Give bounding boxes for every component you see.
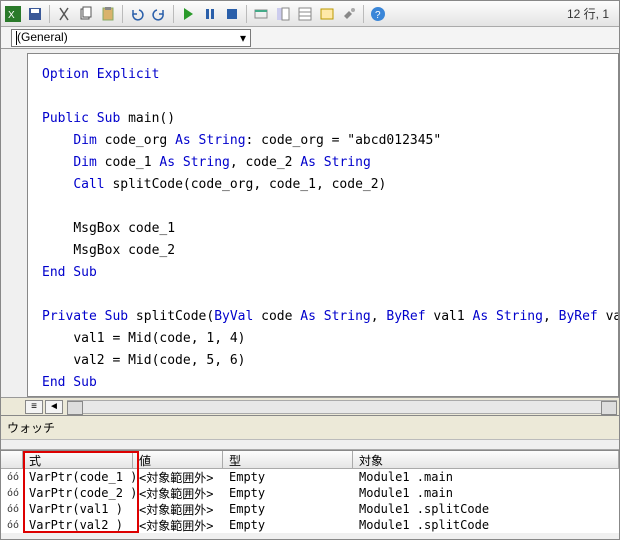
watch-header: 式 値 型 対象 [1,451,619,469]
watch-expr: VarPtr(code_1 ) [23,470,133,484]
design-mode-icon[interactable] [253,6,269,22]
toolbox-icon[interactable] [341,6,357,22]
full-module-view-button[interactable]: ◄ [45,400,63,414]
separator [173,5,174,23]
watch-header-expr[interactable]: 式 [23,451,133,469]
watch-value: <対象範囲外> [133,469,223,486]
cursor-position-text: 12 行, 1 [567,5,609,22]
code-pane-footer: ≡ ◄ [1,397,619,415]
paste-icon[interactable] [100,6,116,22]
excel-icon[interactable]: X [5,6,21,22]
glasses-icon: óó [1,520,23,531]
horizontal-scrollbar[interactable] [67,400,617,414]
watch-expr: VarPtr(val1 ) [23,502,133,516]
watch-context: Module1 .main [353,486,619,500]
watch-row[interactable]: óó VarPtr(code_2 ) <対象範囲外> Empty Module1… [1,485,619,501]
object-dropdown[interactable]: (General) ▾ [11,29,251,47]
cut-icon[interactable] [56,6,72,22]
separator [363,5,364,23]
watch-spacer [1,440,619,450]
watch-title: ウォッチ [1,416,619,440]
watch-context: Module1 .splitCode [353,502,619,516]
properties-icon[interactable] [297,6,313,22]
watch-header-value[interactable]: 値 [133,451,223,469]
svg-text:X: X [8,10,15,21]
pause-icon[interactable] [202,6,218,22]
watch-value: <対象範囲外> [133,517,223,534]
watch-row[interactable]: óó VarPtr(code_1 ) <対象範囲外> Empty Module1… [1,469,619,485]
stop-icon[interactable] [224,6,240,22]
watch-table: 式 値 型 対象 óó VarPtr(code_1 ) <対象範囲外> Empt… [1,450,619,533]
glasses-icon: óó [1,488,23,499]
procedure-view-button[interactable]: ≡ [25,400,43,414]
watch-context: Module1 .splitCode [353,518,619,532]
project-explorer-icon[interactable] [275,6,291,22]
watch-type: Empty [223,502,353,516]
watch-context: Module1 .main [353,470,619,484]
redo-icon[interactable] [151,6,167,22]
object-dropdown-value: (General) [17,30,68,44]
code-editor[interactable]: Option Explicit Public Sub main() Dim co… [28,54,618,397]
watch-type: Empty [223,486,353,500]
watch-value: <対象範囲外> [133,485,223,502]
watch-value: <対象範囲外> [133,501,223,518]
watch-type: Empty [223,518,353,532]
watch-pane: ウォッチ 式 値 型 対象 óó VarPtr(code_1 ) <対象範囲外>… [1,415,619,533]
cursor-position: 12 行, 1 [567,5,615,22]
watch-header-icon [1,451,23,469]
save-icon[interactable] [27,6,43,22]
glasses-icon: óó [1,472,23,483]
watch-rows: óó VarPtr(code_1 ) <対象範囲外> Empty Module1… [1,469,619,533]
object-browser-icon[interactable] [319,6,335,22]
separator [246,5,247,23]
watch-header-type[interactable]: 型 [223,451,353,469]
watch-row[interactable]: óó VarPtr(val1 ) <対象範囲外> Empty Module1 .… [1,501,619,517]
chevron-down-icon: ▾ [240,31,246,45]
help-icon[interactable]: ? [370,6,386,22]
object-dropdown-bar: (General) ▾ [1,27,619,49]
copy-icon[interactable] [78,6,94,22]
run-icon[interactable] [180,6,196,22]
watch-row[interactable]: óó VarPtr(val2 ) <対象範囲外> Empty Module1 .… [1,517,619,533]
separator [49,5,50,23]
watch-header-context[interactable]: 対象 [353,451,619,469]
watch-expr: VarPtr(val2 ) [23,518,133,532]
watch-expr: VarPtr(code_2 ) [23,486,133,500]
glasses-icon: óó [1,504,23,515]
code-pane: Option Explicit Public Sub main() Dim co… [27,53,619,397]
svg-text:?: ? [375,10,381,21]
toolbar: X ? 12 行, 1 [1,1,619,27]
undo-icon[interactable] [129,6,145,22]
watch-type: Empty [223,470,353,484]
separator [122,5,123,23]
